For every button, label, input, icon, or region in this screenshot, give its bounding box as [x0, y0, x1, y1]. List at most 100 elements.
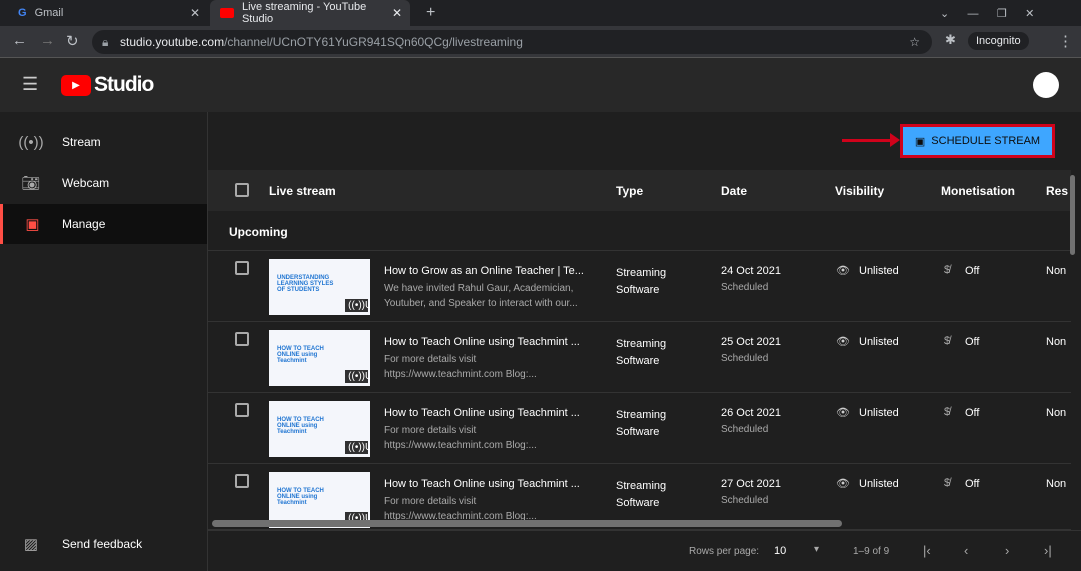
- table-row[interactable]: UNDERSTANDING LEARNING STYLES OF STUDENT…: [208, 251, 1071, 322]
- monetisation-value: Off: [965, 336, 980, 348]
- window-controls[interactable]: ⌄ — ❐ ✕: [930, 0, 1044, 26]
- hamburger-icon[interactable]: ☰: [22, 74, 38, 95]
- video-thumbnail[interactable]: HOW TO TEACH ONLINE using Teachmint ((•))…: [269, 330, 370, 386]
- annotation-arrow: [842, 133, 900, 147]
- section-upcoming: Upcoming: [208, 211, 1071, 251]
- video-title[interactable]: How to Teach Online using Teachmint ...: [384, 478, 584, 490]
- send-feedback[interactable]: ▨ Send feedback: [0, 524, 207, 564]
- back-icon[interactable]: ←: [12, 32, 27, 49]
- video-description: For more details visit https://www.teach…: [384, 425, 537, 451]
- monetisation-off-icon: $̸: [944, 477, 951, 489]
- column-live-stream[interactable]: Live stream: [269, 184, 336, 198]
- sidebar-item-manage[interactable]: ▣ Manage: [0, 204, 207, 244]
- extensions-icon[interactable]: ✱: [945, 32, 956, 48]
- visibility-value[interactable]: Unlisted: [859, 478, 899, 490]
- next-page-icon[interactable]: ›: [1005, 543, 1009, 558]
- sidebar-item-stream[interactable]: ((•)) Stream: [0, 122, 207, 162]
- visibility-value[interactable]: Unlisted: [859, 336, 899, 348]
- stream-date: 25 Oct 2021: [721, 336, 781, 348]
- column-type[interactable]: Type: [616, 184, 643, 198]
- row-checkbox[interactable]: [235, 261, 249, 275]
- close-tab-icon[interactable]: ✕: [392, 6, 402, 20]
- upcoming-badge: ((•)) Upcoming: [345, 441, 370, 454]
- stream-status: Scheduled: [721, 495, 769, 506]
- video-title[interactable]: How to Teach Online using Teachmint ...: [384, 336, 584, 348]
- eye-icon: 👁︎: [836, 265, 850, 277]
- video-title[interactable]: How to Grow as an Online Teacher | Te...: [384, 265, 584, 277]
- last-page-icon[interactable]: ›|: [1044, 543, 1052, 558]
- google-icon: G: [18, 7, 27, 19]
- monetisation-value: Off: [965, 265, 980, 277]
- eye-icon: 👁︎: [836, 407, 850, 419]
- restrictions-value: Non: [1046, 407, 1067, 419]
- video-description: We have invited Rahul Gaur, Academician,…: [384, 283, 578, 309]
- app-header: ☰ ▶ Studio: [0, 58, 1081, 112]
- vertical-scrollbar[interactable]: [1070, 175, 1075, 255]
- youtube-logo-icon[interactable]: ▶: [61, 75, 91, 96]
- row-checkbox[interactable]: [235, 474, 249, 488]
- lock-icon: 🔒︎: [102, 34, 109, 49]
- calendar-icon: ▣: [25, 216, 40, 233]
- first-page-icon[interactable]: |‹: [923, 543, 931, 558]
- rows-per-page-select[interactable]: 10: [774, 545, 786, 557]
- column-restrictions[interactable]: Res: [1046, 184, 1068, 198]
- camera-icon: 📷︎: [21, 175, 41, 192]
- sidebar: ((•)) Stream 📷︎ Webcam ▣ Manage ▨ Send feedb…: [0, 112, 208, 571]
- broadcast-icon: ((•)): [18, 133, 44, 151]
- column-monetisation[interactable]: Monetisation: [941, 184, 1015, 198]
- avatar[interactable]: [1033, 72, 1059, 98]
- select-all-checkbox[interactable]: [235, 183, 249, 197]
- menu-icon[interactable]: ⋮: [1058, 32, 1073, 50]
- eye-icon: 👁︎: [836, 478, 850, 490]
- close-tab-icon[interactable]: ✕: [190, 6, 200, 20]
- address-bar-row: ← → ↻ 🔒︎ studio.youtube.com/channel/UCnOT…: [0, 26, 1081, 58]
- horizontal-scrollbar[interactable]: [212, 520, 842, 527]
- browser-tab-bar: G Gmail ✕ Live streaming - YouTube Studio ✕…: [0, 0, 1081, 26]
- restrictions-value: Non: [1046, 336, 1067, 348]
- row-checkbox[interactable]: [235, 403, 249, 417]
- eye-icon: 👁︎: [836, 336, 850, 348]
- monetisation-value: Off: [965, 407, 980, 419]
- forward-icon[interactable]: →: [40, 32, 55, 49]
- calendar-icon: ▣: [914, 135, 926, 148]
- monetisation-off-icon: $̸: [944, 406, 951, 418]
- reload-icon[interactable]: ↻: [66, 32, 79, 50]
- video-title[interactable]: How to Teach Online using Teachmint ...: [384, 407, 584, 419]
- video-thumbnail[interactable]: UNDERSTANDING LEARNING STYLES OF STUDENT…: [269, 259, 370, 315]
- monetisation-off-icon: $̸: [944, 264, 951, 276]
- stream-date: 24 Oct 2021: [721, 265, 781, 277]
- upcoming-badge: ((•)) Upcoming: [345, 370, 370, 383]
- restrictions-value: Non: [1046, 265, 1067, 277]
- column-date[interactable]: Date: [721, 184, 747, 198]
- table-row[interactable]: HOW TO TEACH ONLINE using Teachmint ((•))…: [208, 393, 1071, 464]
- upcoming-badge: ((•)) Upcoming: [345, 299, 370, 312]
- pagination: Rows per page: 10 ▾ 1–9 of 9 |‹ ‹ › ›|: [208, 530, 1081, 571]
- row-checkbox[interactable]: [235, 332, 249, 346]
- table-row[interactable]: HOW TO TEACH ONLINE using Teachmint ((•))…: [208, 322, 1071, 393]
- sidebar-item-webcam[interactable]: 📷︎ Webcam: [0, 163, 207, 203]
- stream-status: Scheduled: [721, 353, 769, 364]
- video-description: For more details visit https://www.teach…: [384, 354, 537, 380]
- studio-logo[interactable]: Studio: [94, 73, 154, 97]
- column-visibility[interactable]: Visibility: [835, 184, 884, 198]
- monetisation-off-icon: $̸: [944, 335, 951, 347]
- youtube-icon: [220, 8, 234, 18]
- schedule-stream-button[interactable]: ▣ SCHEDULE STREAM: [900, 124, 1055, 158]
- incognito-badge[interactable]: Incognito: [968, 32, 1029, 50]
- url-input[interactable]: 🔒︎ studio.youtube.com/channel/UCnOTY61YuG…: [92, 30, 932, 54]
- stream-status: Scheduled: [721, 282, 769, 293]
- visibility-value[interactable]: Unlisted: [859, 265, 899, 277]
- video-thumbnail[interactable]: HOW TO TEACH ONLINE using Teachmint ((•))…: [269, 401, 370, 457]
- monetisation-value: Off: [965, 478, 980, 490]
- table-header: Live stream Type Date Visibility Monetis…: [208, 170, 1071, 211]
- stream-status: Scheduled: [721, 424, 769, 435]
- star-icon[interactable]: ☆: [909, 35, 920, 49]
- dropdown-icon[interactable]: ▾: [814, 544, 819, 555]
- tab-youtube-studio[interactable]: Live streaming - YouTube Studio ✕: [210, 0, 410, 26]
- prev-page-icon[interactable]: ‹: [964, 543, 968, 558]
- new-tab-button[interactable]: +: [416, 0, 445, 26]
- visibility-value[interactable]: Unlisted: [859, 407, 899, 419]
- tab-gmail[interactable]: G Gmail ✕: [8, 0, 208, 26]
- stream-date: 27 Oct 2021: [721, 478, 781, 490]
- stream-date: 26 Oct 2021: [721, 407, 781, 419]
